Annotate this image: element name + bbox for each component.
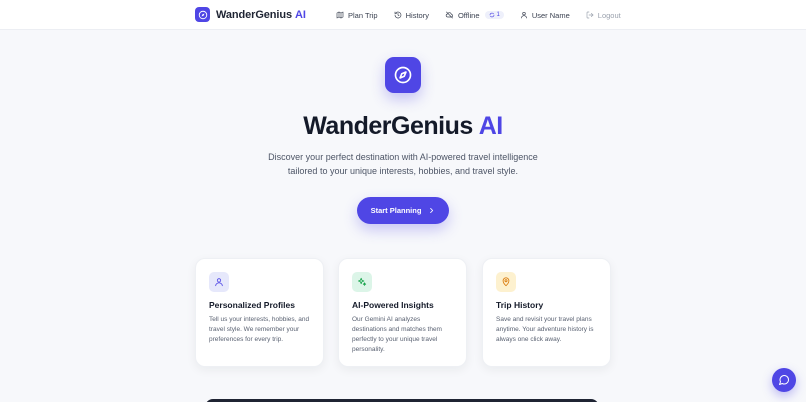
nav-offline[interactable]: Offline 1 xyxy=(445,11,504,20)
brand-name: WanderGenius AI xyxy=(216,9,306,21)
nav-user[interactable]: User Name xyxy=(520,11,570,20)
nav-user-label: User Name xyxy=(531,10,570,20)
compass-icon xyxy=(195,7,210,22)
sync-icon xyxy=(489,12,494,18)
feature-card-insights: AI-Powered Insights Our Gemini AI analyz… xyxy=(338,258,467,367)
hero-title-main: WanderGenius xyxy=(303,112,473,140)
sparkles-icon xyxy=(352,272,372,292)
nav-logout-label: Logout xyxy=(597,10,621,20)
hero-subtitle: Discover your perfect destination with A… xyxy=(268,152,538,176)
offline-count-badge: 1 xyxy=(484,11,504,19)
cloud-off-icon xyxy=(445,11,453,19)
compass-icon xyxy=(394,66,412,84)
feature-title: Personalized Profiles xyxy=(209,300,295,310)
nav-history[interactable]: History xyxy=(394,11,429,20)
feature-card-profiles: Personalized Profiles Tell us your inter… xyxy=(195,258,324,367)
feature-text: Save and revisit your travel plans anyti… xyxy=(496,316,594,343)
chat-button[interactable] xyxy=(772,368,796,392)
nav-offline-label: Offline xyxy=(457,10,480,20)
chevron-right-icon xyxy=(430,208,434,213)
feature-title: AI-Powered Insights xyxy=(352,300,434,310)
nav-history-label: History xyxy=(405,10,429,20)
brand-name-main: WanderGenius xyxy=(216,8,293,21)
map-pin-icon xyxy=(496,272,516,292)
user-icon xyxy=(209,272,229,292)
nav-logout[interactable]: Logout xyxy=(586,11,621,20)
chat-bubble-icon xyxy=(779,375,789,385)
hero-compass-logo xyxy=(385,57,421,93)
start-planning-button[interactable]: Start Planning xyxy=(357,197,449,224)
feature-card-history: Trip History Save and revisit your trave… xyxy=(482,258,611,367)
user-icon xyxy=(520,12,527,19)
map-icon xyxy=(336,11,344,19)
history-icon xyxy=(394,11,401,19)
feature-title: Trip History xyxy=(496,300,544,310)
top-navbar: WanderGenius AI Plan Trip History Offline xyxy=(0,0,806,30)
feature-text: Tell us your interests, hobbies, and tra… xyxy=(209,316,310,343)
hero-title-ai: AI xyxy=(478,112,504,140)
logout-icon xyxy=(586,11,594,19)
brand-link[interactable]: WanderGenius AI xyxy=(195,7,306,22)
feature-text: Our Gemini AI analyzes destinations and … xyxy=(352,316,442,353)
brand-name-ai: AI xyxy=(295,8,306,21)
main-nav: Plan Trip History Offline 1 User Name Lo… xyxy=(336,0,637,30)
nav-plan-trip[interactable]: Plan Trip xyxy=(336,11,378,20)
offline-count: 1 xyxy=(496,12,500,18)
start-planning-label: Start Planning xyxy=(370,206,422,215)
nav-plan-trip-label: Plan Trip xyxy=(348,10,378,20)
hero-title: WanderGenius AI xyxy=(0,112,806,141)
